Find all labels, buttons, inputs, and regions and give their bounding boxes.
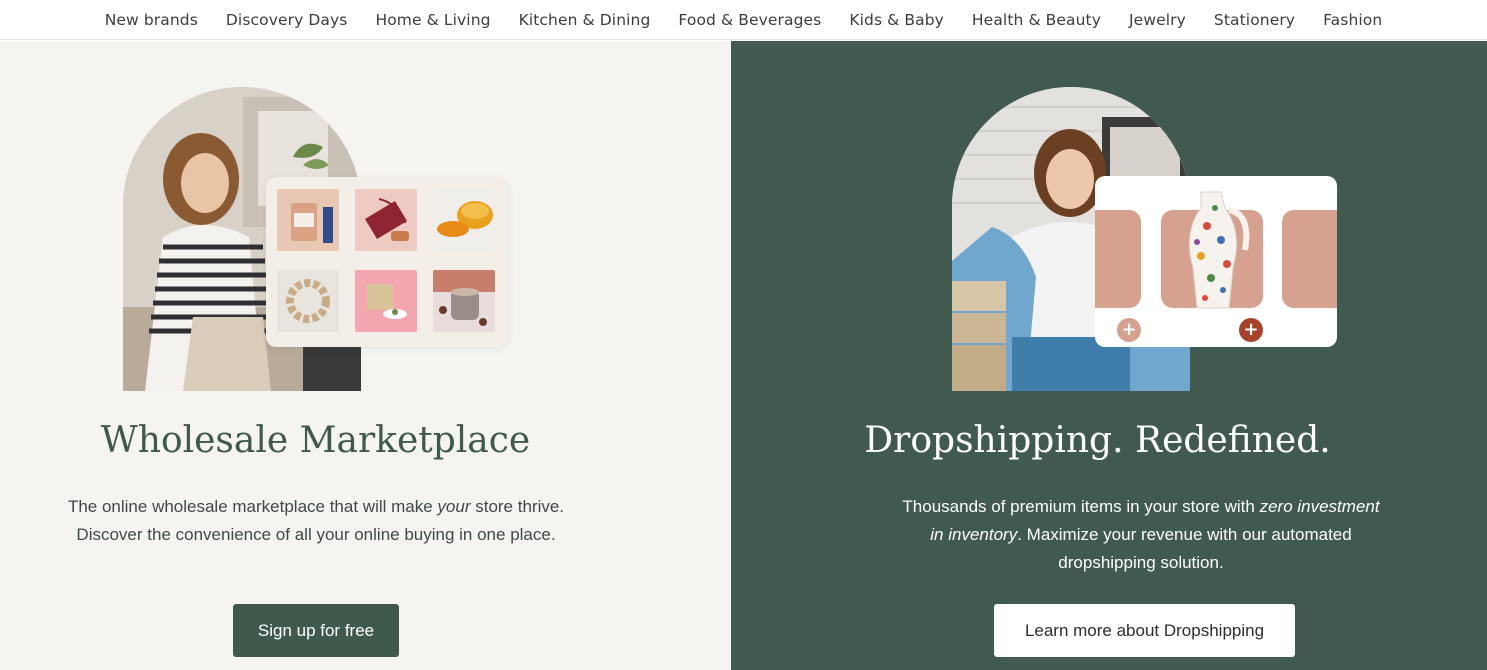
product-tile-right [1282, 210, 1337, 308]
product-tile-left [1095, 210, 1141, 308]
nav-item-new-brands[interactable]: New brands [91, 11, 212, 29]
sign-up-button[interactable]: Sign up for free [233, 604, 399, 657]
wholesale-panel: Wholesale Marketplace The online wholesa… [0, 41, 731, 670]
product-bag-image [355, 189, 417, 251]
dropshipping-desc-text-1: Thousands of premium items in your store… [902, 497, 1260, 516]
floral-vase-image [1188, 191, 1250, 309]
nav-item-discovery-days[interactable]: Discovery Days [212, 11, 362, 29]
wholesale-desc-text-1: The online wholesale marketplace that wi… [67, 497, 438, 516]
product-candle-image [277, 189, 339, 251]
product-bowls-image [433, 189, 495, 251]
learn-more-dropshipping-button[interactable]: Learn more about Dropshipping [994, 604, 1295, 657]
nav-item-stationery[interactable]: Stationery [1200, 11, 1309, 29]
wholesale-desc-emphasis: your [437, 497, 471, 516]
nav-item-home-living[interactable]: Home & Living [361, 11, 504, 29]
wholesale-description: The online wholesale marketplace that wi… [60, 493, 572, 549]
wholesale-title: Wholesale Marketplace [100, 420, 531, 461]
product-teether-image [277, 270, 339, 332]
nav-item-food-beverages[interactable]: Food & Beverages [664, 11, 835, 29]
product-soap-image [355, 270, 417, 332]
dropshipping-description: Thousands of premium items in your store… [901, 493, 1381, 577]
dropshipping-panel: + + Dropshipping. Redefined. Thousands o… [731, 41, 1487, 670]
plus-icon[interactable]: + [1239, 318, 1263, 342]
nav-item-kids-baby[interactable]: Kids & Baby [835, 11, 958, 29]
nav-item-health-beauty[interactable]: Health & Beauty [958, 11, 1115, 29]
dropshipping-title: Dropshipping. Redefined. [864, 420, 1331, 461]
nav-item-fashion[interactable]: Fashion [1309, 11, 1396, 29]
nav-item-jewelry[interactable]: Jewelry [1115, 11, 1200, 29]
plus-icon[interactable]: + [1117, 318, 1141, 342]
product-mug-image [433, 270, 495, 332]
nav-item-kitchen-dining[interactable]: Kitchen & Dining [505, 11, 665, 29]
dropshipping-desc-text-2: . Maximize your revenue with our automat… [1017, 525, 1352, 572]
top-category-nav: New brands Discovery Days Home & Living … [0, 0, 1487, 40]
dropship-product-card: + + [1095, 176, 1337, 347]
product-grid-card [266, 177, 508, 347]
